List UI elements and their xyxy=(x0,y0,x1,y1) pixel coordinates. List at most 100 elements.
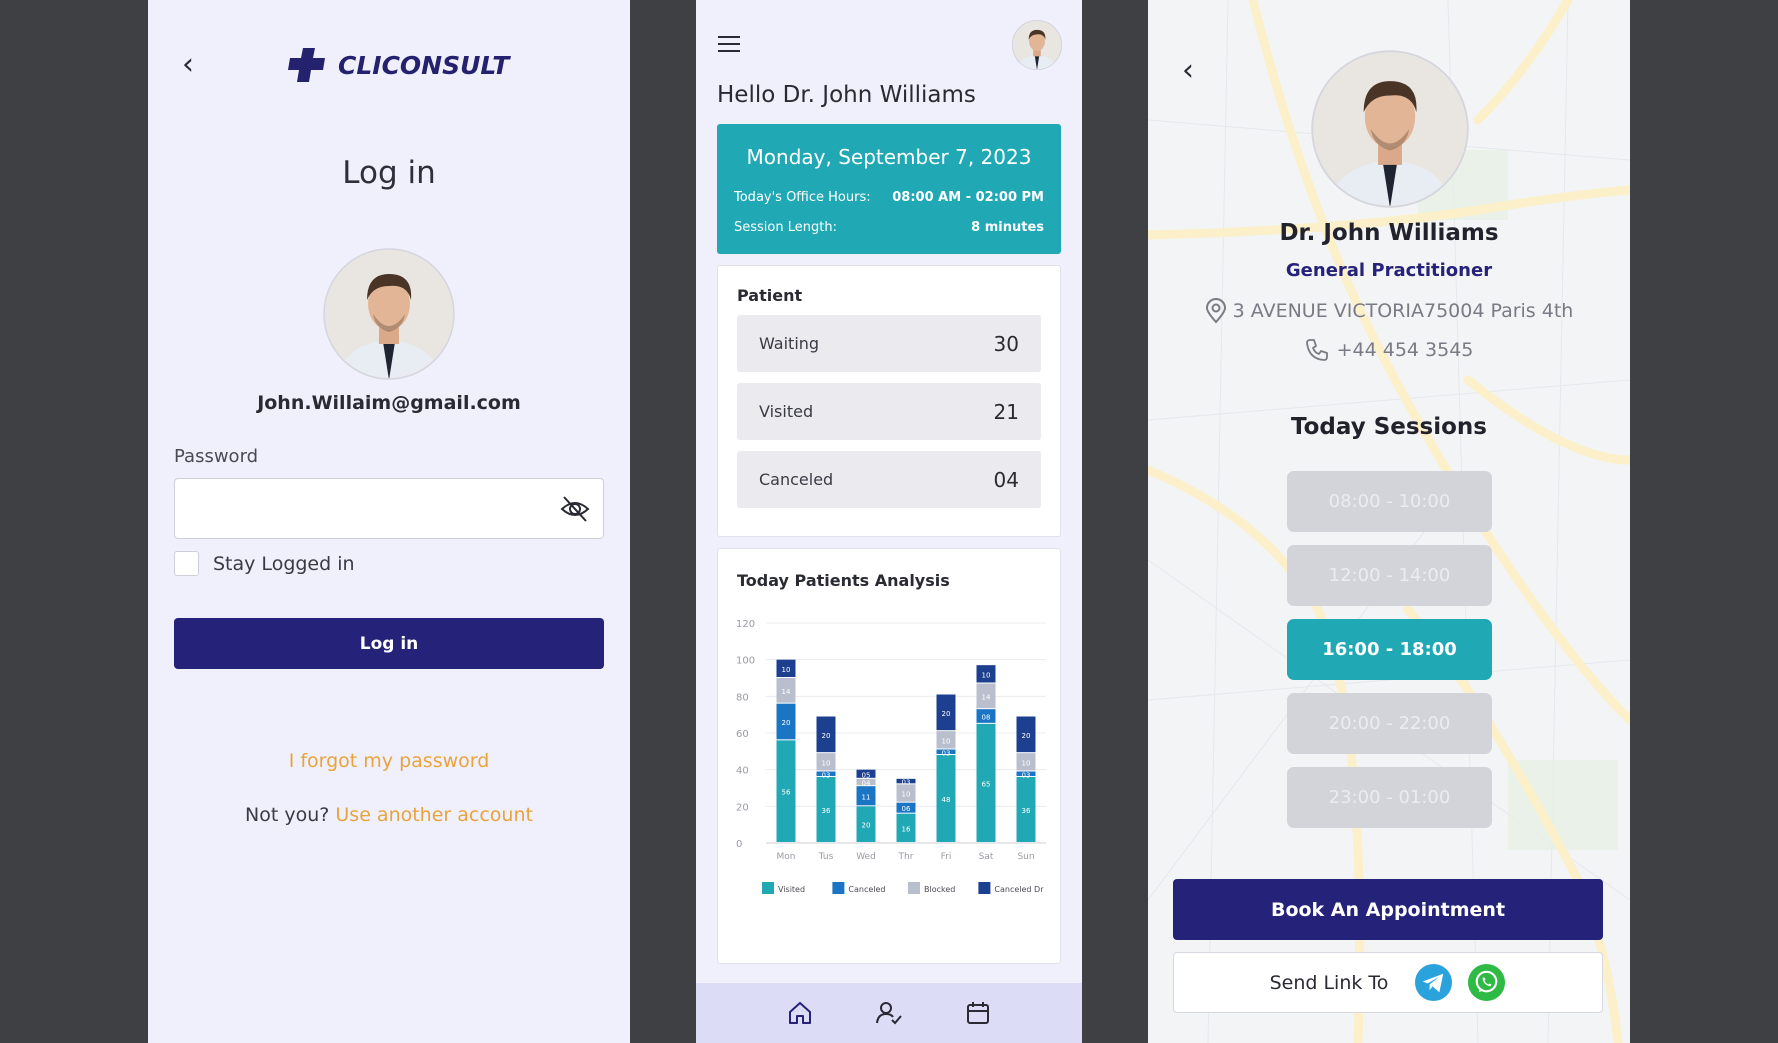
session-slot[interactable]: 23:00 - 01:00 xyxy=(1287,767,1492,828)
chart-title: Today Patients Analysis xyxy=(737,571,950,590)
bar-data-label: 48 xyxy=(942,796,951,804)
not-you-line: Not you? Use another account xyxy=(148,804,630,826)
patient-title: Patient xyxy=(737,286,803,305)
bar-data-label: 16 xyxy=(902,825,911,833)
x-tick-label: Thr xyxy=(898,852,914,862)
use-another-account-link[interactable]: Use another account xyxy=(335,804,533,826)
bar-data-label: 14 xyxy=(982,693,991,701)
bar-data-label: 10 xyxy=(982,671,991,679)
bar-data-label: 36 xyxy=(822,807,831,815)
whatsapp-icon[interactable] xyxy=(1467,963,1506,1002)
brand-logo: CLICONSULT xyxy=(288,46,509,84)
address-text: 3 AVENUE VICTORIA75004 Paris 4th xyxy=(1232,300,1574,322)
legend-swatch xyxy=(978,882,991,894)
legend-label: Canceled Dr xyxy=(994,885,1044,894)
phone-text: +44 454 3545 xyxy=(1336,339,1474,361)
bar-data-label: 65 xyxy=(982,780,991,788)
home-icon[interactable] xyxy=(787,1000,813,1026)
bar-data-label: 10 xyxy=(782,666,791,674)
stat-label: Visited xyxy=(759,402,814,421)
y-tick-label: 40 xyxy=(736,766,749,777)
stat-value: 04 xyxy=(993,467,1019,492)
legend-label: Blocked xyxy=(924,885,955,894)
y-tick-label: 0 xyxy=(736,839,742,850)
bar-data-label: 10 xyxy=(942,737,951,745)
session-slot[interactable]: 12:00 - 14:00 xyxy=(1287,545,1492,606)
bar-data-label: 56 xyxy=(782,789,791,797)
bar-data-label: 03 xyxy=(902,779,911,787)
legend-label: Canceled xyxy=(848,885,885,894)
y-tick-label: 20 xyxy=(736,802,749,813)
forgot-password-link[interactable]: I forgot my password xyxy=(148,750,630,772)
bar-data-label: 20 xyxy=(862,822,871,830)
telegram-icon[interactable] xyxy=(1414,963,1453,1002)
bar-data-label: 10 xyxy=(1022,759,1031,767)
stat-waiting[interactable]: Waiting 30 xyxy=(737,315,1041,372)
brand-cross-icon xyxy=(288,48,325,82)
stay-logged-in-checkbox[interactable] xyxy=(174,551,199,576)
back-chevron-icon[interactable]: ‹ xyxy=(182,50,208,80)
session-slot[interactable]: 20:00 - 22:00 xyxy=(1287,693,1492,754)
patient-check-icon[interactable] xyxy=(875,1000,902,1026)
stay-logged-in[interactable]: Stay Logged in xyxy=(174,551,355,576)
avatar xyxy=(1311,50,1469,208)
send-link-bar: Send Link To xyxy=(1173,952,1603,1013)
session-length-row: Session Length: 8 minutes xyxy=(734,220,1044,235)
y-tick-label: 60 xyxy=(736,729,749,740)
bar-data-label: 05 xyxy=(862,771,871,779)
stat-value: 21 xyxy=(993,399,1019,424)
stat-canceled[interactable]: Canceled 04 xyxy=(737,451,1041,508)
page-title: Log in xyxy=(342,155,436,191)
session-slot-selected[interactable]: 16:00 - 18:00 xyxy=(1287,619,1492,680)
y-tick-label: 80 xyxy=(736,692,749,703)
bar-data-label: 14 xyxy=(782,688,791,696)
stat-label: Waiting xyxy=(759,334,820,353)
eye-off-icon[interactable] xyxy=(559,493,591,525)
bar-data-label: 03 xyxy=(1022,771,1031,779)
doctor-name: Dr. John Williams xyxy=(1279,220,1499,246)
login-button[interactable]: Log in xyxy=(174,618,604,669)
bar-data-label: 06 xyxy=(902,805,911,813)
x-tick-label: Mon xyxy=(777,852,796,862)
stay-logged-in-label: Stay Logged in xyxy=(213,552,355,575)
legend-swatch xyxy=(832,882,845,894)
password-field[interactable] xyxy=(174,478,604,539)
bottom-nav xyxy=(696,983,1082,1043)
bar-data-label: 03 xyxy=(942,749,951,757)
office-hours-row: Today's Office Hours: 08:00 AM - 02:00 P… xyxy=(734,190,1044,205)
x-tick-label: Sun xyxy=(1017,852,1034,862)
bar-data-label: 20 xyxy=(1022,732,1031,740)
bar-data-label: 08 xyxy=(982,714,991,722)
doctor-role: General Practitioner xyxy=(1285,260,1493,281)
back-chevron-icon[interactable]: ‹ xyxy=(1182,56,1208,86)
phone-icon xyxy=(1305,339,1328,361)
bar-data-label: 03 xyxy=(822,771,831,779)
password-label: Password xyxy=(174,446,259,467)
calendar-icon[interactable] xyxy=(965,1000,991,1026)
x-tick-label: Sat xyxy=(979,852,994,862)
stat-label: Canceled xyxy=(759,470,834,489)
bar-data-label: 20 xyxy=(782,719,791,727)
location-pin-icon xyxy=(1205,298,1226,324)
brand-name: CLICONSULT xyxy=(338,50,510,80)
y-tick-label: 100 xyxy=(736,656,755,667)
session-length-label: Session Length: xyxy=(734,220,837,235)
greeting: Hello Dr. John Williams xyxy=(717,82,976,108)
stat-visited[interactable]: Visited 21 xyxy=(737,383,1041,440)
avatar[interactable] xyxy=(1012,20,1062,70)
chart-card: 0 20 40 60 80 100 120 56 20 14 10 Mon 36 03 10 20 Tus 20 1… xyxy=(717,548,1061,964)
date-card: Monday, September 7, 2023 Today's Office… xyxy=(717,124,1061,254)
session-slot[interactable]: 08:00 - 10:00 xyxy=(1287,471,1492,532)
hamburger-menu-icon[interactable] xyxy=(718,36,740,54)
login-screen: ‹ CLICONSULT Log in John.Willaim@gmail.c… xyxy=(148,0,630,1043)
not-you-text: Not you? xyxy=(245,804,330,826)
legend-swatch xyxy=(908,882,920,894)
book-appointment-button[interactable]: Book An Appointment xyxy=(1173,879,1603,940)
session-length-value: 8 minutes xyxy=(971,220,1044,235)
send-link-label: Send Link To xyxy=(1269,971,1389,994)
x-tick-label: Fri xyxy=(941,852,952,862)
date-title: Monday, September 7, 2023 xyxy=(746,145,1032,169)
avatar xyxy=(323,248,455,380)
sessions-title: Today Sessions xyxy=(1290,414,1487,440)
legend-swatch xyxy=(762,882,774,894)
